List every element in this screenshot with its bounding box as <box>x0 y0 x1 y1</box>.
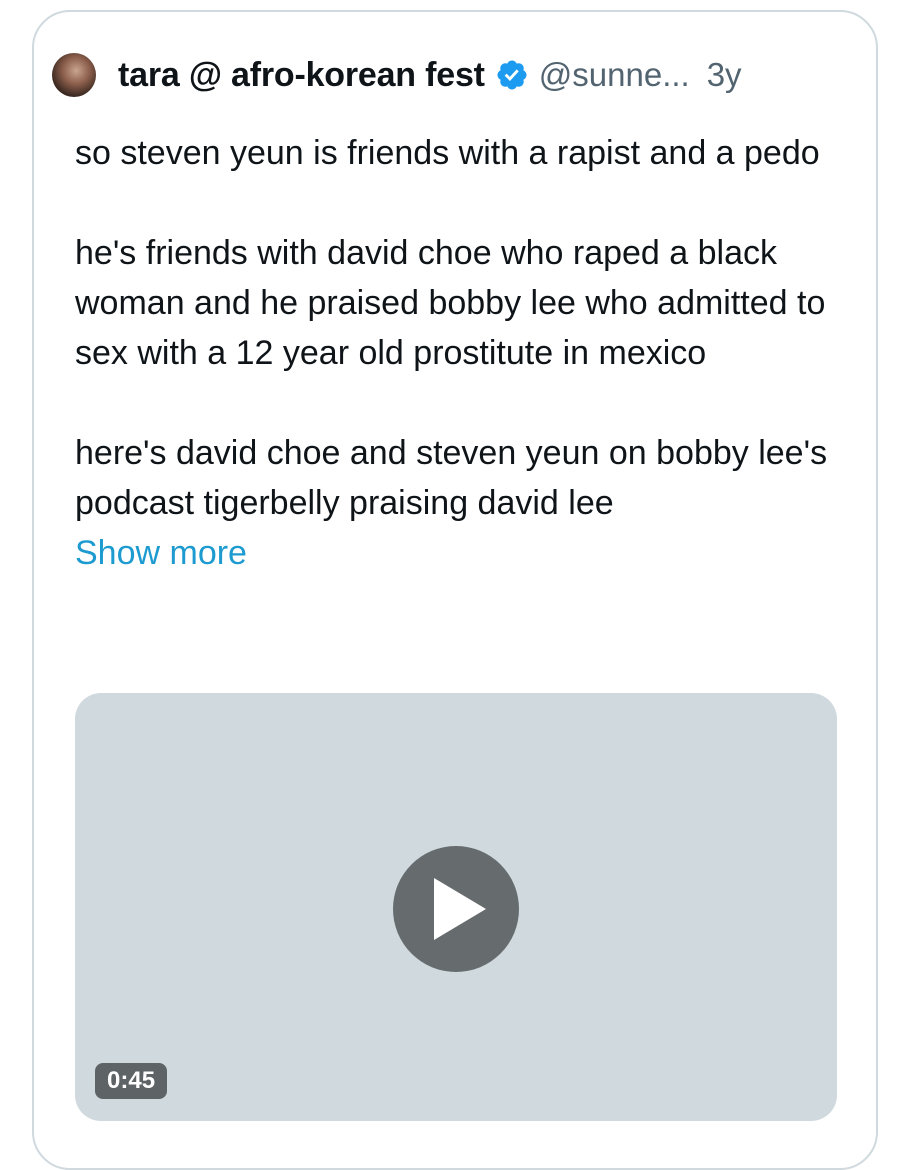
play-icon <box>434 878 486 940</box>
author-display-name[interactable]: tara @ afro-korean fest <box>118 56 485 95</box>
video-player[interactable]: 0:45 <box>75 693 837 1121</box>
tweet-text: so steven yeun is friends with a rapist … <box>75 128 835 578</box>
avatar[interactable] <box>52 53 96 97</box>
header-separator: · <box>696 56 707 94</box>
show-more-link[interactable]: Show more <box>75 528 835 578</box>
verified-badge-icon <box>497 60 527 90</box>
tweet-paragraph: he's friends with david choe who raped a… <box>75 234 826 372</box>
tweet-header: tara @ afro-korean fest @sunne... · 3y <box>52 52 842 98</box>
tweet-timestamp[interactable]: 3y <box>707 56 742 94</box>
video-duration-badge: 0:45 <box>95 1063 168 1099</box>
play-button[interactable] <box>393 846 519 972</box>
tweet-paragraph: here's david choe and steven yeun on bob… <box>75 434 828 522</box>
author-handle[interactable]: @sunne... <box>539 56 690 94</box>
tweet-paragraph: so steven yeun is friends with a rapist … <box>75 134 820 172</box>
